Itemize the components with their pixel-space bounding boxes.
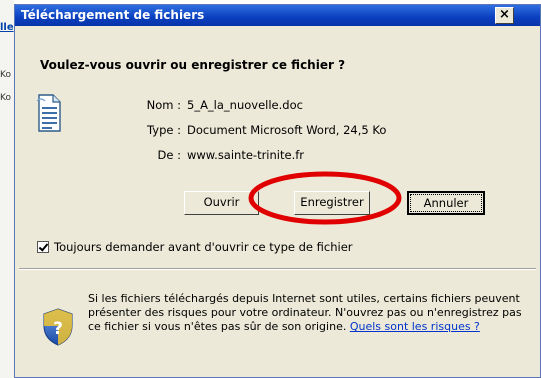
file-name-label: Nom : — [146, 98, 181, 112]
file-name-value: 5_A_la_nuovelle.doc — [187, 98, 303, 112]
title-bar[interactable]: Téléchargement de fichiers × — [15, 5, 540, 26]
download-dialog: Téléchargement de fichiers × Voulez-vous… — [14, 4, 541, 378]
security-info-text: Si les fichiers téléchargés depuis Inter… — [88, 292, 528, 334]
background-page-strip: lle Ko Ko — [0, 0, 15, 378]
word-document-icon — [36, 94, 61, 132]
close-icon: × — [499, 7, 510, 22]
always-ask-checkbox[interactable] — [37, 241, 49, 253]
cancel-button[interactable]: Annuler — [407, 191, 485, 215]
dialog-question: Voulez-vous ouvrir ou enregistrer ce fic… — [40, 58, 346, 72]
file-type-value: Document Microsoft Word, 24,5 Ko — [187, 123, 387, 137]
file-source-value: www.sainte-trinite.fr — [187, 148, 305, 162]
separator — [19, 268, 536, 270]
background-size-text: Ko — [0, 93, 11, 103]
always-ask-label[interactable]: Toujours demander avant d'ouvrir ce type… — [54, 240, 353, 254]
background-link[interactable]: lle — [0, 22, 14, 33]
file-source-label: De : — [157, 148, 181, 162]
background-size-text: Ko — [0, 70, 11, 80]
save-button[interactable]: Enregistrer — [294, 191, 370, 215]
svg-text:?: ? — [53, 319, 63, 339]
close-button[interactable]: × — [495, 7, 514, 24]
risks-link[interactable]: Quels sont les risques ? — [350, 320, 480, 333]
open-button[interactable]: Ouvrir — [184, 191, 259, 215]
security-shield-icon: ? — [43, 308, 73, 346]
file-type-label: Type : — [147, 123, 181, 137]
dialog-title: Téléchargement de fichiers — [21, 8, 205, 22]
